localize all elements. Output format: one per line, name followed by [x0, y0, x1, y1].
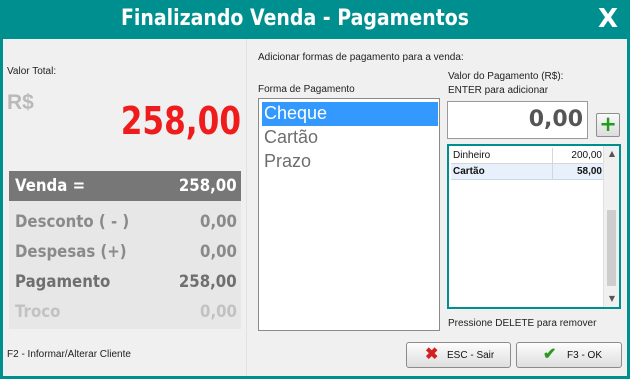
payment-method-option[interactable]: Prazo: [262, 150, 438, 174]
add-payment-button[interactable]: +: [596, 113, 620, 137]
table-row[interactable]: Cartão 58,00: [451, 164, 604, 180]
exit-button-label: ESC - Sair: [447, 350, 495, 361]
pagamento-label: Pagamento: [15, 272, 111, 292]
scrollbar-thumb[interactable]: [607, 210, 616, 286]
summary-box: Venda = 258,00 Desconto ( - ) 0,00 Despe…: [9, 171, 241, 329]
payment-amount-input[interactable]: 0,00: [447, 101, 588, 139]
despesas-label: Despesas (+): [15, 242, 127, 262]
payment-name-cell: Cartão: [451, 164, 553, 180]
x-icon: ✖: [425, 346, 439, 363]
summary-row-venda: Venda = 258,00: [9, 171, 241, 201]
payment-method-label: Forma de Pagamento: [258, 84, 355, 95]
despesas-value: 0,00: [200, 242, 237, 262]
currency-symbol: R$: [7, 91, 34, 114]
payment-method-list[interactable]: Cheque Cartão Prazo: [258, 98, 440, 331]
pagamento-value: 258,00: [179, 272, 237, 292]
payment-name-cell: Dinheiro: [451, 148, 553, 164]
dialog-body: Valor Total: R$ 258,00 Venda = 258,00 De…: [3, 39, 627, 376]
change-client-hint: F2 - Informar/Alterar Cliente: [7, 349, 131, 360]
check-icon: ✔: [543, 346, 557, 363]
totals-panel: Valor Total: R$ 258,00 Venda = 258,00 De…: [3, 39, 247, 376]
ok-button-label: F3 - OK: [567, 350, 603, 361]
desconto-label: Desconto ( - ): [15, 212, 130, 232]
venda-label: Venda =: [15, 176, 86, 196]
ok-button[interactable]: ✔ F3 - OK: [516, 342, 622, 368]
payment-method-option[interactable]: Cartão: [262, 126, 438, 150]
add-payments-hint: Adicionar formas de pagamento para a ven…: [258, 52, 464, 63]
vertical-scrollbar[interactable]: ▲ ▼: [603, 146, 619, 307]
exit-button[interactable]: ✖ ESC - Sair: [406, 342, 511, 368]
troco-value: 0,00: [200, 302, 237, 322]
title-bar: Finalizando Venda - Pagamentos X: [0, 0, 630, 39]
payment-amount-label-line1: Valor do Pagamento (R$):: [448, 71, 564, 82]
close-button[interactable]: X: [586, 0, 630, 39]
table-row[interactable]: Dinheiro 200,00: [451, 148, 604, 164]
summary-row-despesas: Despesas (+) 0,00: [9, 237, 241, 267]
summary-row-pagamento: Pagamento 258,00: [9, 267, 241, 297]
payments-panel: Adicionar formas de pagamento para a ven…: [248, 39, 627, 376]
scroll-up-arrow-icon[interactable]: ▲: [604, 146, 620, 162]
summary-row-desconto: Desconto ( - ) 0,00: [9, 207, 241, 237]
plus-icon: +: [599, 112, 617, 136]
payment-value-cell: 58,00: [553, 164, 604, 180]
total-value: 258,00: [120, 99, 241, 143]
total-label: Valor Total:: [7, 66, 57, 77]
desconto-value: 0,00: [200, 212, 237, 232]
venda-value: 258,00: [179, 176, 237, 196]
troco-label: Troco: [15, 302, 61, 322]
payment-method-option[interactable]: Cheque: [262, 102, 438, 126]
payment-dialog: Finalizando Venda - Pagamentos X Valor T…: [0, 0, 630, 379]
payment-amount-label: Valor do Pagamento (R$): ENTER para adic…: [448, 70, 563, 98]
payment-value-cell: 200,00: [553, 148, 604, 164]
payment-amount-label-line2: ENTER para adicionar: [448, 85, 549, 96]
payments-grid[interactable]: Dinheiro 200,00 Cartão 58,00 ▲ ▼: [447, 144, 621, 309]
scroll-down-arrow-icon[interactable]: ▼: [604, 291, 620, 307]
window-title: Finalizando Venda - Pagamentos: [120, 6, 470, 31]
delete-hint: Pressione DELETE para remover: [448, 318, 597, 329]
summary-row-troco: Troco 0,00: [9, 297, 241, 327]
